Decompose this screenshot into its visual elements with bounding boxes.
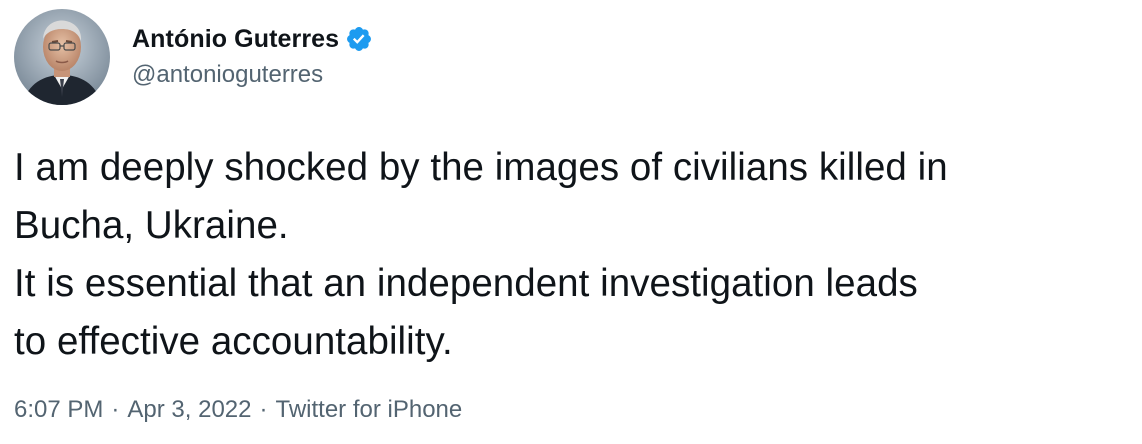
- tweet-date[interactable]: Apr 3, 2022: [127, 396, 251, 424]
- tweet-text: I am deeply shocked by the images of civ…: [14, 139, 1134, 371]
- meta-separator: ·: [259, 396, 268, 423]
- tweet-text-line: to effective accountability.: [14, 320, 453, 363]
- tweet-card: António Guterres @antonioguterres I am d…: [0, 0, 1142, 444]
- author-display-name[interactable]: António Guterres: [132, 25, 339, 54]
- tweet-header: António Guterres @antonioguterres: [14, 8, 373, 106]
- tweet-text-line: I am deeply shocked by the images of civ…: [14, 146, 948, 189]
- author-identity: António Guterres @antonioguterres: [132, 21, 373, 89]
- tweet-metadata: 6:07 PM · Apr 3, 2022 · Twitter for iPho…: [14, 396, 462, 424]
- author-name-row: António Guterres: [132, 21, 373, 57]
- tweet-text-line: Bucha, Ukraine.: [14, 204, 289, 247]
- tweet-source[interactable]: Twitter for iPhone: [275, 396, 462, 424]
- tweet-text-line: It is essential that an independent inve…: [14, 262, 918, 305]
- avatar-portrait-image: [14, 9, 110, 105]
- author-avatar[interactable]: [14, 9, 110, 105]
- tweet-time[interactable]: 6:07 PM: [14, 396, 103, 424]
- verified-badge-icon: [345, 25, 373, 53]
- meta-separator: ·: [111, 396, 120, 423]
- author-handle[interactable]: @antonioguterres: [132, 61, 373, 89]
